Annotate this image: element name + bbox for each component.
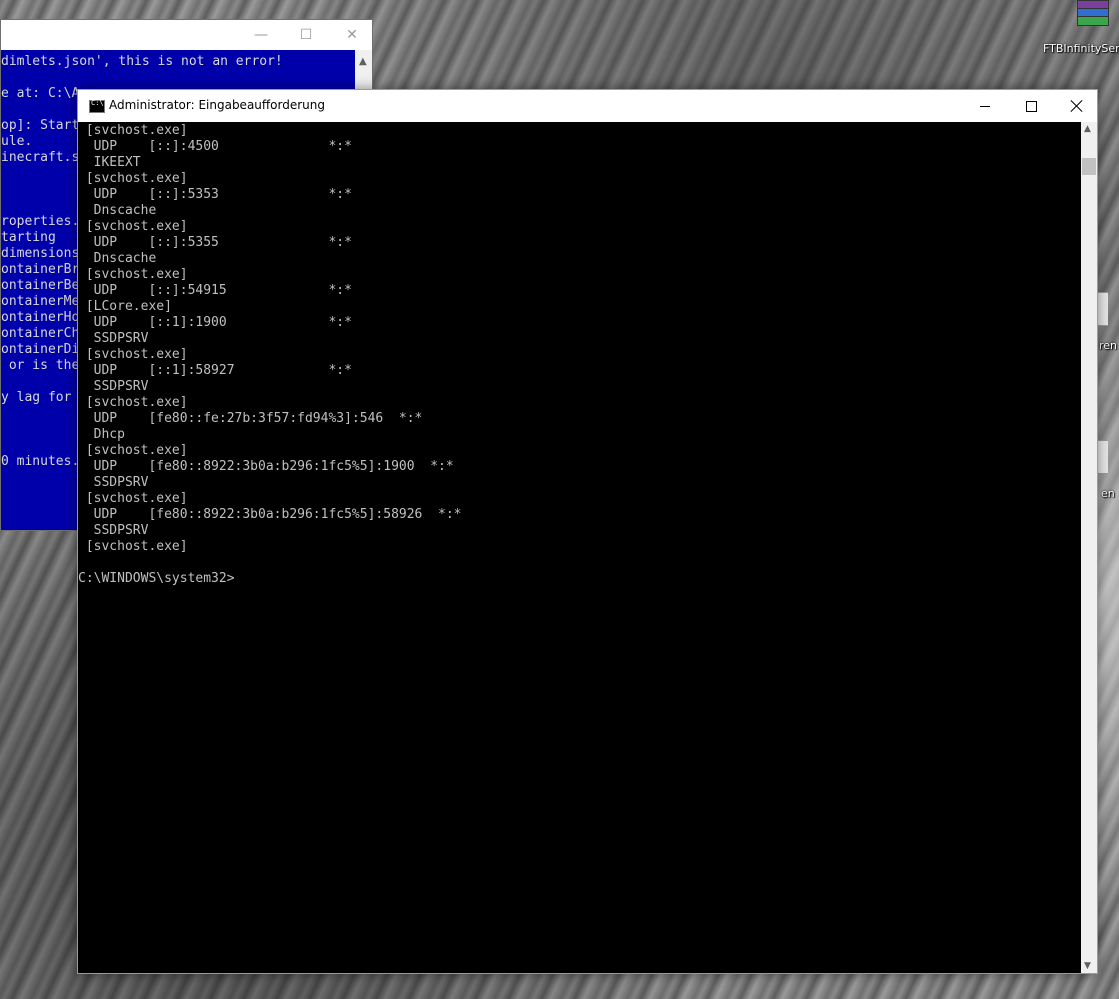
console-app-icon[interactable]: C:\ [89, 99, 105, 113]
console-app-icon-text: C:\ [91, 99, 104, 107]
winrar-archive-icon[interactable] [1071, 0, 1109, 30]
console-line: tarting [1, 230, 56, 245]
minimize-button[interactable] [962, 90, 1008, 122]
console-line: ontainerBe [1, 278, 80, 293]
minimize-icon [980, 105, 990, 107]
window-title: Administrator: Eingabeaufforderung [109, 98, 325, 112]
window-titlebar[interactable]: C:\ Administrator: Eingabeaufforderung [78, 90, 1097, 122]
console-line: 0 minutes. [1, 454, 80, 469]
console-line: or is the [1, 358, 80, 373]
scroll-up-icon[interactable]: ▲ [1084, 124, 1091, 134]
console-output[interactable]: [svchost.exe] UDP [::]:4500 *:* IKEEXT [… [78, 122, 1081, 973]
console-line: dimlets.json', this is not an error! [1, 54, 283, 69]
scroll-up-icon[interactable]: ▲ [359, 56, 367, 67]
desktop-icon-label[interactable]: ren [1099, 339, 1117, 352]
command-prompt-window[interactable]: C:\ Administrator: Eingabeaufforderung [… [77, 89, 1098, 974]
desktop-file-icon[interactable] [1097, 292, 1108, 326]
scrollbar-thumb[interactable] [1082, 158, 1096, 175]
desktop-icon-label[interactable]: FTBInfinityServ [1043, 42, 1119, 55]
vertical-scrollbar[interactable]: ▲ ▼ [1081, 122, 1097, 973]
console-line: e at: C:\A [1, 86, 80, 101]
console-text: [svchost.exe] UDP [::]:4500 *:* IKEEXT [… [78, 123, 462, 586]
console-line: y lag for [1, 390, 72, 405]
maximize-icon[interactable]: ☐ [296, 25, 316, 45]
console-line: op]: Start [1, 118, 80, 133]
console-line: ule. [1, 134, 33, 149]
console-line: ontainerMe [1, 294, 80, 309]
console-line: ontainerHo [1, 310, 80, 325]
background-window-titlebar[interactable]: — ☐ ✕ [1, 20, 372, 50]
console-line: dimensions [1, 246, 80, 261]
close-icon[interactable]: ✕ [342, 25, 362, 45]
close-icon [1071, 100, 1083, 112]
console-line: ontainerCh [1, 326, 80, 341]
console-line: roperties. [1, 214, 80, 229]
desktop-icon-label[interactable]: en [1101, 487, 1115, 500]
close-button[interactable] [1054, 90, 1100, 122]
desktop-file-icon[interactable] [1097, 440, 1108, 474]
console-line: ontainerDi [1, 342, 80, 357]
scroll-down-icon[interactable]: ▼ [1084, 961, 1091, 971]
console-line: ontainerBr [1, 262, 80, 277]
maximize-icon [1025, 100, 1037, 112]
minimize-icon[interactable]: — [251, 25, 271, 45]
maximize-button[interactable] [1008, 90, 1054, 122]
console-line: inecraft.s [1, 150, 80, 165]
